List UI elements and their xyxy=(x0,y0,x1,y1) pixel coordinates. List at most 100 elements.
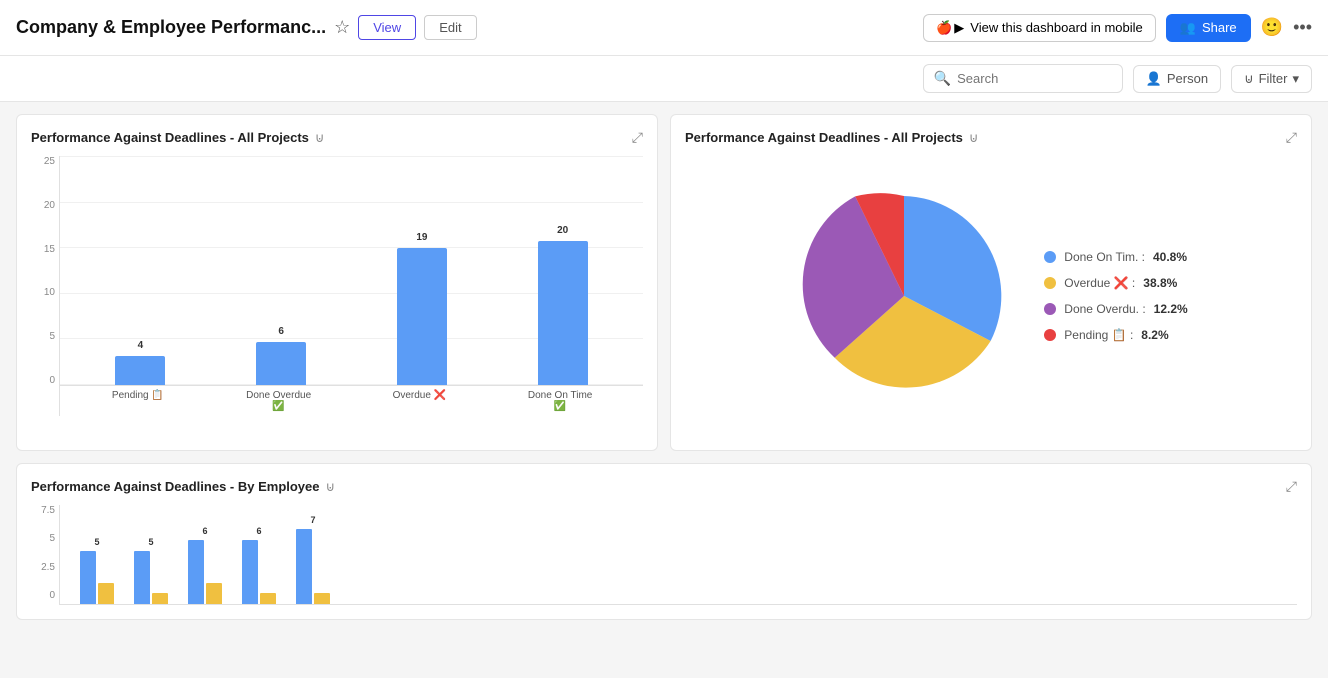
bar-done-on-time-wrapper: 20 xyxy=(538,241,588,385)
legend-text-done-on-time: Done On Tim. : xyxy=(1064,250,1145,264)
legend-pct-pending: 8.2% xyxy=(1141,328,1168,342)
top-grid: Performance Against Deadlines - All Proj… xyxy=(16,114,1312,451)
mobile-icons: 🍎 ▶ xyxy=(936,20,964,36)
bottom-bar-1-blue xyxy=(80,551,96,604)
bar-overdue-wrapper: 19 xyxy=(397,248,447,385)
filter-button[interactable]: ⊍ Filter ▾ xyxy=(1231,65,1312,93)
bar-chart-filter-icon[interactable]: ⊍ xyxy=(315,130,325,146)
y-label-0: 0 xyxy=(31,375,55,386)
bottom-bar-2-blue xyxy=(134,551,150,604)
header: Company & Employee Performanc... ☆ View … xyxy=(0,0,1328,56)
bottom-group-1-label: 5 xyxy=(94,537,99,547)
bottom-group-2-label: 5 xyxy=(148,537,153,547)
mobile-button[interactable]: 🍎 ▶ View this dashboard in mobile xyxy=(923,14,1156,42)
bottom-group-4: 6 xyxy=(242,540,276,604)
x-labels: Pending 📋 Done Overdue ✅ Overdue ❌ Done … xyxy=(60,386,643,416)
chevron-down-icon: ▾ xyxy=(1292,71,1299,87)
bottom-chart-area: 0 2.5 5 7.5 5 5 xyxy=(31,505,1297,605)
bottom-bar-5-blue xyxy=(296,529,312,604)
bar-chart-card: Performance Against Deadlines - All Proj… xyxy=(16,114,658,451)
share-icon: 👥 xyxy=(1180,20,1196,36)
bar-value-done-overdue: 6 xyxy=(278,326,284,337)
bottom-group-5: 7 xyxy=(296,529,330,604)
pie-svg xyxy=(794,186,1014,406)
bottom-y-axis: 0 2.5 5 7.5 xyxy=(31,505,59,605)
legend-text-done-overdue: Done Overdu. : xyxy=(1064,302,1145,316)
share-button[interactable]: 👥 Share xyxy=(1166,14,1251,42)
bottom-group-5-label: 7 xyxy=(310,515,315,525)
legend-dot-blue xyxy=(1044,251,1056,263)
play-icon: ▶ xyxy=(954,20,964,36)
bottom-chart-expand-icon[interactable]: ⤢ xyxy=(1286,478,1297,495)
legend-dot-yellow xyxy=(1044,277,1056,289)
y-label-5: 5 xyxy=(31,331,55,342)
legend-text-pending: Pending 📋 : xyxy=(1064,328,1133,342)
person-filter-button[interactable]: 👤 Person xyxy=(1133,65,1221,93)
bar-done-overdue xyxy=(256,342,306,385)
pie-chart-title-row: Performance Against Deadlines - All Proj… xyxy=(685,130,978,146)
bar-done-on-time xyxy=(538,241,588,385)
bottom-group-2: 5 xyxy=(134,551,168,604)
bottom-bar-4-blue xyxy=(242,540,258,604)
search-box: 🔍 xyxy=(923,64,1123,93)
y-label-15: 15 xyxy=(31,244,55,255)
bottom-bar-4-yellow xyxy=(260,593,276,604)
apple-icon: 🍎 xyxy=(936,20,952,36)
favorite-button[interactable]: ☆ xyxy=(334,17,350,38)
bar-value-done-on-time: 20 xyxy=(557,225,568,236)
pie-legend: Done On Tim. : 40.8% Overdue ❌ : 38.8% D… xyxy=(1044,250,1187,342)
bottom-bar-3-yellow xyxy=(206,583,222,604)
bottom-bar-3-blue xyxy=(188,540,204,604)
legend-overdue: Overdue ❌ : 38.8% xyxy=(1044,276,1187,290)
bar-group-done-on-time: 20 xyxy=(538,241,588,385)
bar-chart-header: Performance Against Deadlines - All Proj… xyxy=(31,129,643,146)
person-label: Person xyxy=(1167,71,1208,86)
bottom-bars-area: 5 5 6 6 xyxy=(59,505,1297,605)
legend-dot-purple xyxy=(1044,303,1056,315)
legend-dot-red xyxy=(1044,329,1056,341)
bars-container: 4 6 xyxy=(59,156,643,416)
bar-group-done-overdue: 6 xyxy=(256,342,306,385)
smile-button[interactable]: 🙂 xyxy=(1261,17,1283,38)
bottom-chart-card: Performance Against Deadlines - By Emplo… xyxy=(16,463,1312,620)
legend-pending: Pending 📋 : 8.2% xyxy=(1044,328,1187,342)
view-button[interactable]: View xyxy=(358,15,416,40)
bar-group-overdue: 19 xyxy=(397,248,447,385)
bottom-bar-1-yellow xyxy=(98,583,114,604)
bar-overdue xyxy=(397,248,447,385)
bottom-chart-filter-icon[interactable]: ⊍ xyxy=(326,479,336,495)
x-label-done-overdue: Done Overdue ✅ xyxy=(244,390,314,416)
bottom-y-75: 7.5 xyxy=(31,505,55,516)
bar-chart-title: Performance Against Deadlines - All Proj… xyxy=(31,130,309,145)
pie-chart: Done On Tim. : 40.8% Overdue ❌ : 38.8% D… xyxy=(685,156,1297,436)
legend-pct-done-overdue: 12.2% xyxy=(1154,302,1188,316)
bar-group-pending: 4 xyxy=(115,356,165,385)
more-button[interactable]: ••• xyxy=(1293,17,1312,38)
person-icon: 👤 xyxy=(1146,71,1162,87)
edit-button[interactable]: Edit xyxy=(424,15,476,40)
search-input[interactable] xyxy=(957,71,1112,86)
filter-icon: ⊍ xyxy=(1244,71,1254,87)
y-label-20: 20 xyxy=(31,200,55,211)
x-label-overdue: Overdue ❌ xyxy=(389,390,449,416)
bottom-bar-2-yellow xyxy=(152,593,168,604)
pie-chart-card: Performance Against Deadlines - All Proj… xyxy=(670,114,1312,451)
bottom-y-0: 0 xyxy=(31,590,55,601)
legend-done-overdue: Done Overdu. : 12.2% xyxy=(1044,302,1187,316)
bars-plot-area: 4 6 xyxy=(60,156,643,386)
bottom-group-3: 6 xyxy=(188,540,222,604)
bottom-chart-title: Performance Against Deadlines - By Emplo… xyxy=(31,479,320,494)
main-content: Performance Against Deadlines - All Proj… xyxy=(0,102,1328,632)
pie-chart-title: Performance Against Deadlines - All Proj… xyxy=(685,130,963,145)
pie-chart-expand-icon[interactable]: ⤢ xyxy=(1286,129,1297,146)
y-label-10: 10 xyxy=(31,287,55,298)
legend-done-on-time: Done On Tim. : 40.8% xyxy=(1044,250,1187,264)
x-label-done-on-time: Done On Time ✅ xyxy=(525,390,595,416)
bars-row: 4 6 xyxy=(60,156,643,385)
bottom-bar-5-yellow xyxy=(314,593,330,604)
bar-chart-expand-icon[interactable]: ⤢ xyxy=(632,129,643,146)
page-title: Company & Employee Performanc... xyxy=(16,17,326,38)
bar-value-overdue: 19 xyxy=(416,232,427,243)
pie-chart-filter-icon[interactable]: ⊍ xyxy=(969,130,979,146)
y-label-25: 25 xyxy=(31,156,55,167)
